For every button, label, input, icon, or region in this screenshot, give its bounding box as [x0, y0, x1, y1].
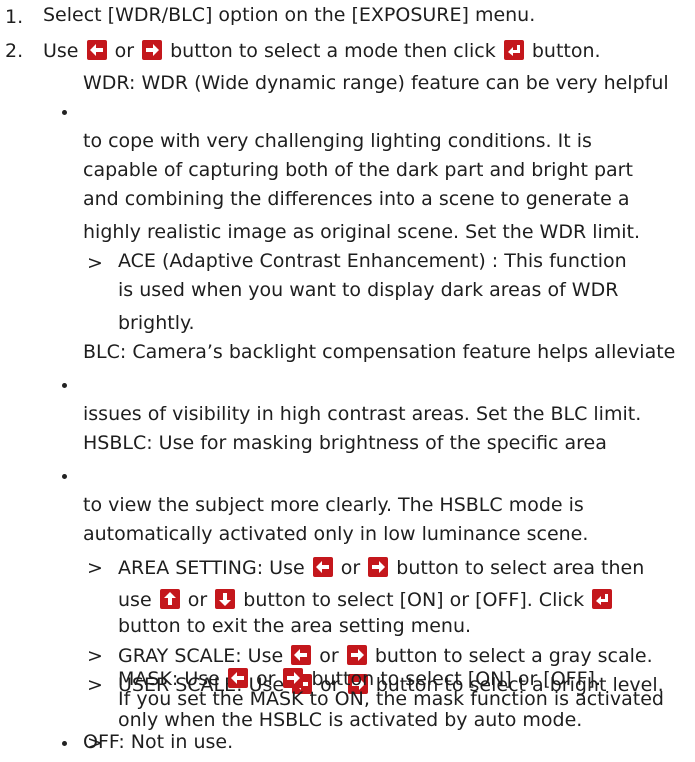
bullet	[62, 474, 67, 479]
ace-line: is used when you want to display dark ar…	[118, 279, 619, 301]
hsblc-line: to view the subject more clearly. The HS…	[83, 494, 584, 516]
blc-line: BLC: Camera’s backlight compensation fea…	[83, 341, 676, 363]
ace-line: ACE (Adaptive Contrast Enhancement) : Th…	[118, 250, 627, 272]
blc-line: issues of visibility in high contrast ar…	[83, 403, 642, 425]
wdr-line: capable of capturing both of the dark pa…	[83, 159, 633, 181]
bullet	[62, 110, 67, 115]
area-setting-line: AREA SETTING: Use or button to select ar…	[118, 557, 645, 579]
down-arrow-button-icon	[215, 589, 236, 609]
step-text: Use or button to select a mode then clic…	[43, 40, 601, 62]
ace-line: brightly.	[118, 312, 195, 334]
right-arrow-button-icon	[368, 557, 389, 577]
right-arrow-button-icon	[346, 645, 367, 665]
mask-line: MASK: Use or button to select [ON] or [O…	[118, 668, 601, 690]
step-text: Select [WDR/BLC] option on the [EXPOSURE…	[43, 4, 536, 26]
gray-scale-line: GRAY SCALE: Use or button to select a gr…	[118, 645, 653, 667]
wdr-line: and combining the differences into a sce…	[83, 188, 630, 210]
hsblc-line: HSBLC: Use for masking brightness of the…	[83, 432, 607, 454]
bullet	[62, 741, 67, 746]
sub-marker: >	[87, 645, 103, 667]
enter-button-icon	[592, 589, 613, 609]
left-arrow-button-icon	[86, 40, 107, 60]
up-arrow-button-icon	[159, 589, 180, 609]
right-arrow-button-icon	[283, 668, 304, 688]
mask-line: If you set the MASK to ON, the mask func…	[118, 688, 664, 710]
wdr-line: to cope with very challenging lighting c…	[83, 130, 592, 152]
off-line: OFF: Not in use.	[83, 731, 234, 753]
area-setting-line: button to exit the area setting menu.	[118, 615, 472, 637]
sub-marker: >	[87, 674, 103, 696]
hsblc-line: automatically activated only in low lumi…	[83, 523, 589, 545]
sub-marker: >	[87, 557, 103, 579]
wdr-line: WDR: WDR (Wide dynamic range) feature ca…	[83, 72, 669, 94]
step-number: 1.	[5, 6, 24, 28]
wdr-line: highly realistic image as original scene…	[83, 221, 641, 243]
enter-button-icon	[503, 40, 524, 60]
step-number: 2.	[5, 40, 24, 62]
mask-line: only when the HSBLC is activated by auto…	[118, 709, 583, 731]
bullet	[62, 383, 67, 388]
area-setting-line: use or button to select [ON] or [OFF]. C…	[118, 589, 614, 610]
right-arrow-button-icon	[142, 40, 163, 60]
sub-marker: >	[87, 252, 103, 274]
left-arrow-button-icon	[312, 557, 333, 577]
left-arrow-button-icon	[291, 645, 312, 665]
left-arrow-button-icon	[227, 668, 248, 688]
